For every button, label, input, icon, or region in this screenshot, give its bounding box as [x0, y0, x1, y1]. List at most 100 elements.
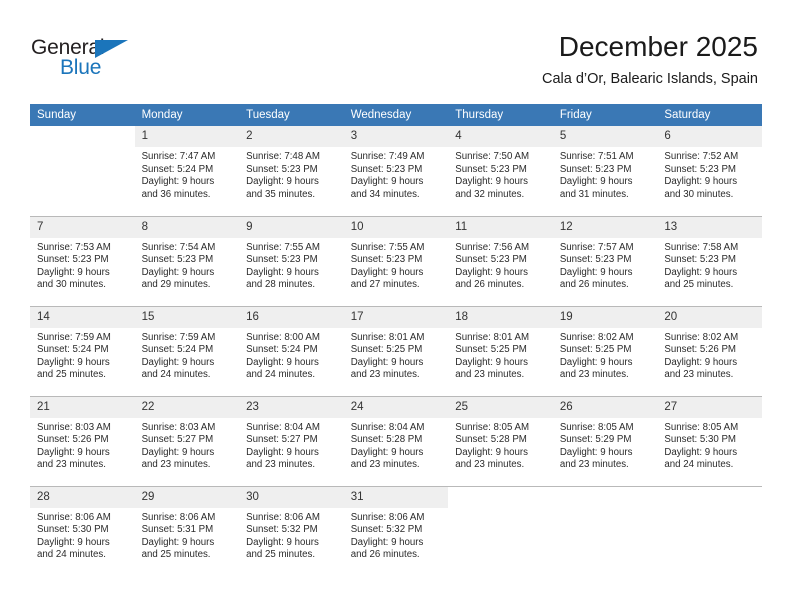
daylight-text-line1: Daylight: 9 hours	[37, 266, 110, 278]
calendar-day-cell[interactable]: 25 Sunrise: 8:05 AM Sunset: 5:28 PM Dayligh…	[448, 395, 553, 486]
calendar-day-cell[interactable]: 31 Sunrise: 8:06 AM Sunset: 5:32 PM Dayligh…	[343, 485, 449, 576]
day-details: Sunrise: 8:06 AM Sunset: 5:32 PM Daylight:…	[344, 508, 449, 562]
day-details: Sunrise: 7:48 AM Sunset: 5:23 PM Daylight:…	[239, 147, 344, 201]
calendar-day-cell[interactable]: 14 Sunrise: 7:59 AM Sunset: 5:24 PM Dayligh…	[30, 305, 135, 396]
daylight-text-line1: Daylight: 9 hours	[141, 536, 215, 548]
calendar-day-cell[interactable]: 11 Sunrise: 7:56 AM Sunset: 5:23 PM Dayligh…	[448, 215, 553, 306]
sunset-text: Sunset: 5:30 PM	[664, 434, 736, 446]
sunset-text: Sunset: 5:23 PM	[37, 254, 109, 266]
daylight-text-line1: Daylight: 9 hours	[246, 536, 319, 548]
sunrise-text: Sunrise: 7:58 AM	[664, 241, 739, 253]
calendar-day-cell[interactable]: 10 Sunrise: 7:55 AM Sunset: 5:23 PM Dayligh…	[343, 215, 449, 306]
day-details: Sunrise: 7:50 AM Sunset: 5:23 PM Daylight:…	[448, 147, 553, 201]
daylight-text-line1: Daylight: 9 hours	[664, 266, 738, 278]
calendar-day-cell[interactable]: 5 Sunrise: 7:51 AM Sunset: 5:23 PM Daylight…	[552, 126, 658, 216]
day-number: 24	[343, 396, 449, 418]
day-number: 9	[239, 216, 344, 238]
calendar-week-row: 1 Sunrise: 7:47 AM Sunset: 5:24 PM Daylight…	[30, 126, 762, 216]
sunrise-text: Sunrise: 8:00 AM	[246, 331, 320, 343]
calendar-day-cell-empty	[30, 126, 135, 216]
sunset-text: Sunset: 5:24 PM	[141, 344, 214, 356]
day-details: Sunrise: 8:04 AM Sunset: 5:28 PM Daylight:…	[344, 418, 449, 472]
sunset-text: Sunset: 5:27 PM	[246, 434, 318, 446]
calendar-day-cell[interactable]: 22 Sunrise: 8:03 AM Sunset: 5:27 PM Dayligh…	[134, 395, 240, 486]
sunset-text: Sunset: 5:23 PM	[246, 254, 318, 266]
location-subtitle: Cala d’Or, Balearic Islands, Spain	[542, 71, 758, 87]
calendar-day-cell[interactable]: 15 Sunrise: 7:59 AM Sunset: 5:24 PM Dayligh…	[134, 305, 240, 396]
day-number: 28	[30, 486, 135, 508]
calendar-day-cell-empty	[657, 485, 762, 576]
day-number: 23	[239, 396, 344, 418]
day-number	[657, 486, 762, 508]
daylight-text-line2: and 24 minutes.	[664, 459, 734, 471]
sunset-text: Sunset: 5:26 PM	[37, 434, 109, 446]
sunset-text: Sunset: 5:23 PM	[559, 254, 632, 266]
calendar-day-cell[interactable]: 9 Sunrise: 7:55 AM Sunset: 5:23 PM Daylight…	[239, 215, 344, 306]
sunset-text: Sunset: 5:23 PM	[664, 254, 736, 266]
calendar-day-cell[interactable]: 27 Sunrise: 8:05 AM Sunset: 5:30 PM Dayligh…	[657, 395, 762, 486]
day-details: Sunrise: 7:47 AM Sunset: 5:24 PM Daylight:…	[135, 147, 240, 201]
daylight-text-line2: and 23 minutes.	[664, 369, 734, 381]
calendar-day-cell[interactable]: 17 Sunrise: 8:01 AM Sunset: 5:25 PM Dayligh…	[343, 305, 449, 396]
calendar-day-cell-empty	[448, 485, 553, 576]
sunrise-text: Sunrise: 8:02 AM	[664, 331, 739, 343]
sunrise-text: Sunrise: 8:06 AM	[246, 511, 320, 523]
daylight-text-line1: Daylight: 9 hours	[350, 356, 424, 368]
weekday-header-thursday: Thursday	[448, 104, 553, 126]
daylight-text-line2: and 23 minutes.	[455, 369, 525, 381]
sunset-text: Sunset: 5:25 PM	[455, 344, 527, 356]
calendar-day-cell[interactable]: 21 Sunrise: 8:03 AM Sunset: 5:26 PM Dayligh…	[30, 395, 135, 486]
sunset-text: Sunset: 5:23 PM	[246, 163, 318, 175]
daylight-text-line1: Daylight: 9 hours	[37, 536, 110, 548]
sunrise-text: Sunrise: 7:53 AM	[37, 241, 111, 253]
day-number: 20	[657, 306, 762, 328]
calendar-day-cell[interactable]: 1 Sunrise: 7:47 AM Sunset: 5:24 PM Daylight…	[134, 126, 240, 216]
calendar-day-cell[interactable]: 30 Sunrise: 8:06 AM Sunset: 5:32 PM Dayligh…	[239, 485, 344, 576]
day-number: 26	[552, 396, 658, 418]
sunset-text: Sunset: 5:29 PM	[559, 434, 632, 446]
daylight-text-line2: and 26 minutes.	[559, 279, 629, 291]
calendar-day-cell[interactable]: 20 Sunrise: 8:02 AM Sunset: 5:26 PM Dayligh…	[657, 305, 762, 396]
day-details: Sunrise: 7:59 AM Sunset: 5:24 PM Daylight:…	[30, 328, 135, 382]
day-number: 17	[343, 306, 449, 328]
sunrise-text: Sunrise: 7:55 AM	[246, 241, 320, 253]
calendar-table: Sunday Monday Tuesday Wednesday Thursday…	[30, 104, 762, 576]
day-number: 8	[134, 216, 240, 238]
calendar-day-cell[interactable]: 18 Sunrise: 8:01 AM Sunset: 5:25 PM Dayligh…	[448, 305, 553, 396]
calendar-day-cell[interactable]: 28 Sunrise: 8:06 AM Sunset: 5:30 PM Dayligh…	[30, 485, 135, 576]
daylight-text-line2: and 23 minutes.	[350, 369, 420, 381]
calendar-day-cell[interactable]: 7 Sunrise: 7:53 AM Sunset: 5:23 PM Daylight…	[30, 215, 135, 306]
calendar-day-cell[interactable]: 6 Sunrise: 7:52 AM Sunset: 5:23 PM Daylight…	[657, 126, 762, 216]
calendar-day-cell[interactable]: 29 Sunrise: 8:06 AM Sunset: 5:31 PM Dayligh…	[134, 485, 240, 576]
calendar-day-cell[interactable]: 4 Sunrise: 7:50 AM Sunset: 5:23 PM Daylight…	[448, 126, 553, 216]
calendar-day-cell[interactable]: 16 Sunrise: 8:00 AM Sunset: 5:24 PM Dayligh…	[239, 305, 344, 396]
calendar-day-cell[interactable]: 13 Sunrise: 7:58 AM Sunset: 5:23 PM Dayligh…	[657, 215, 762, 306]
sunset-text: Sunset: 5:23 PM	[455, 163, 527, 175]
sunrise-text: Sunrise: 7:48 AM	[246, 151, 320, 162]
day-details: Sunrise: 7:51 AM Sunset: 5:23 PM Daylight:…	[553, 147, 658, 201]
calendar-day-cell[interactable]: 3 Sunrise: 7:49 AM Sunset: 5:23 PM Daylight…	[343, 126, 449, 216]
sunrise-text: Sunrise: 7:49 AM	[350, 151, 425, 162]
daylight-text-line2: and 30 minutes.	[37, 279, 106, 291]
sunrise-text: Sunrise: 8:04 AM	[350, 421, 425, 433]
calendar-day-cell[interactable]: 8 Sunrise: 7:54 AM Sunset: 5:23 PM Daylight…	[134, 215, 240, 306]
calendar-week-row: 28 Sunrise: 8:06 AM Sunset: 5:30 PM Dayligh…	[30, 485, 762, 576]
calendar-day-cell[interactable]: 26 Sunrise: 8:05 AM Sunset: 5:29 PM Dayligh…	[552, 395, 658, 486]
daylight-text-line2: and 28 minutes.	[246, 279, 316, 291]
day-details: Sunrise: 7:54 AM Sunset: 5:23 PM Daylight:…	[135, 238, 240, 292]
calendar-day-cell[interactable]: 2 Sunrise: 7:48 AM Sunset: 5:23 PM Daylight…	[239, 126, 344, 216]
sunrise-text: Sunrise: 8:01 AM	[455, 331, 530, 343]
calendar-body: 1 Sunrise: 7:47 AM Sunset: 5:24 PM Daylight…	[30, 126, 762, 576]
calendar-day-cell[interactable]: 24 Sunrise: 8:04 AM Sunset: 5:28 PM Dayligh…	[343, 395, 449, 486]
calendar-day-cell[interactable]: 12 Sunrise: 7:57 AM Sunset: 5:23 PM Dayligh…	[552, 215, 658, 306]
sunrise-text: Sunrise: 8:06 AM	[141, 511, 216, 523]
sunset-text: Sunset: 5:23 PM	[664, 163, 736, 175]
day-details: Sunrise: 7:49 AM Sunset: 5:23 PM Daylight:…	[344, 147, 449, 201]
day-number: 22	[134, 396, 240, 418]
weekday-header-saturday: Saturday	[657, 104, 762, 126]
brand-logo[interactable]: General Blue	[31, 36, 143, 84]
calendar-header-row: Sunday Monday Tuesday Wednesday Thursday…	[30, 104, 762, 126]
day-details: Sunrise: 8:05 AM Sunset: 5:29 PM Daylight:…	[553, 418, 658, 472]
calendar-day-cell[interactable]: 23 Sunrise: 8:04 AM Sunset: 5:27 PM Dayligh…	[239, 395, 344, 486]
calendar-day-cell[interactable]: 19 Sunrise: 8:02 AM Sunset: 5:25 PM Dayligh…	[552, 305, 658, 396]
